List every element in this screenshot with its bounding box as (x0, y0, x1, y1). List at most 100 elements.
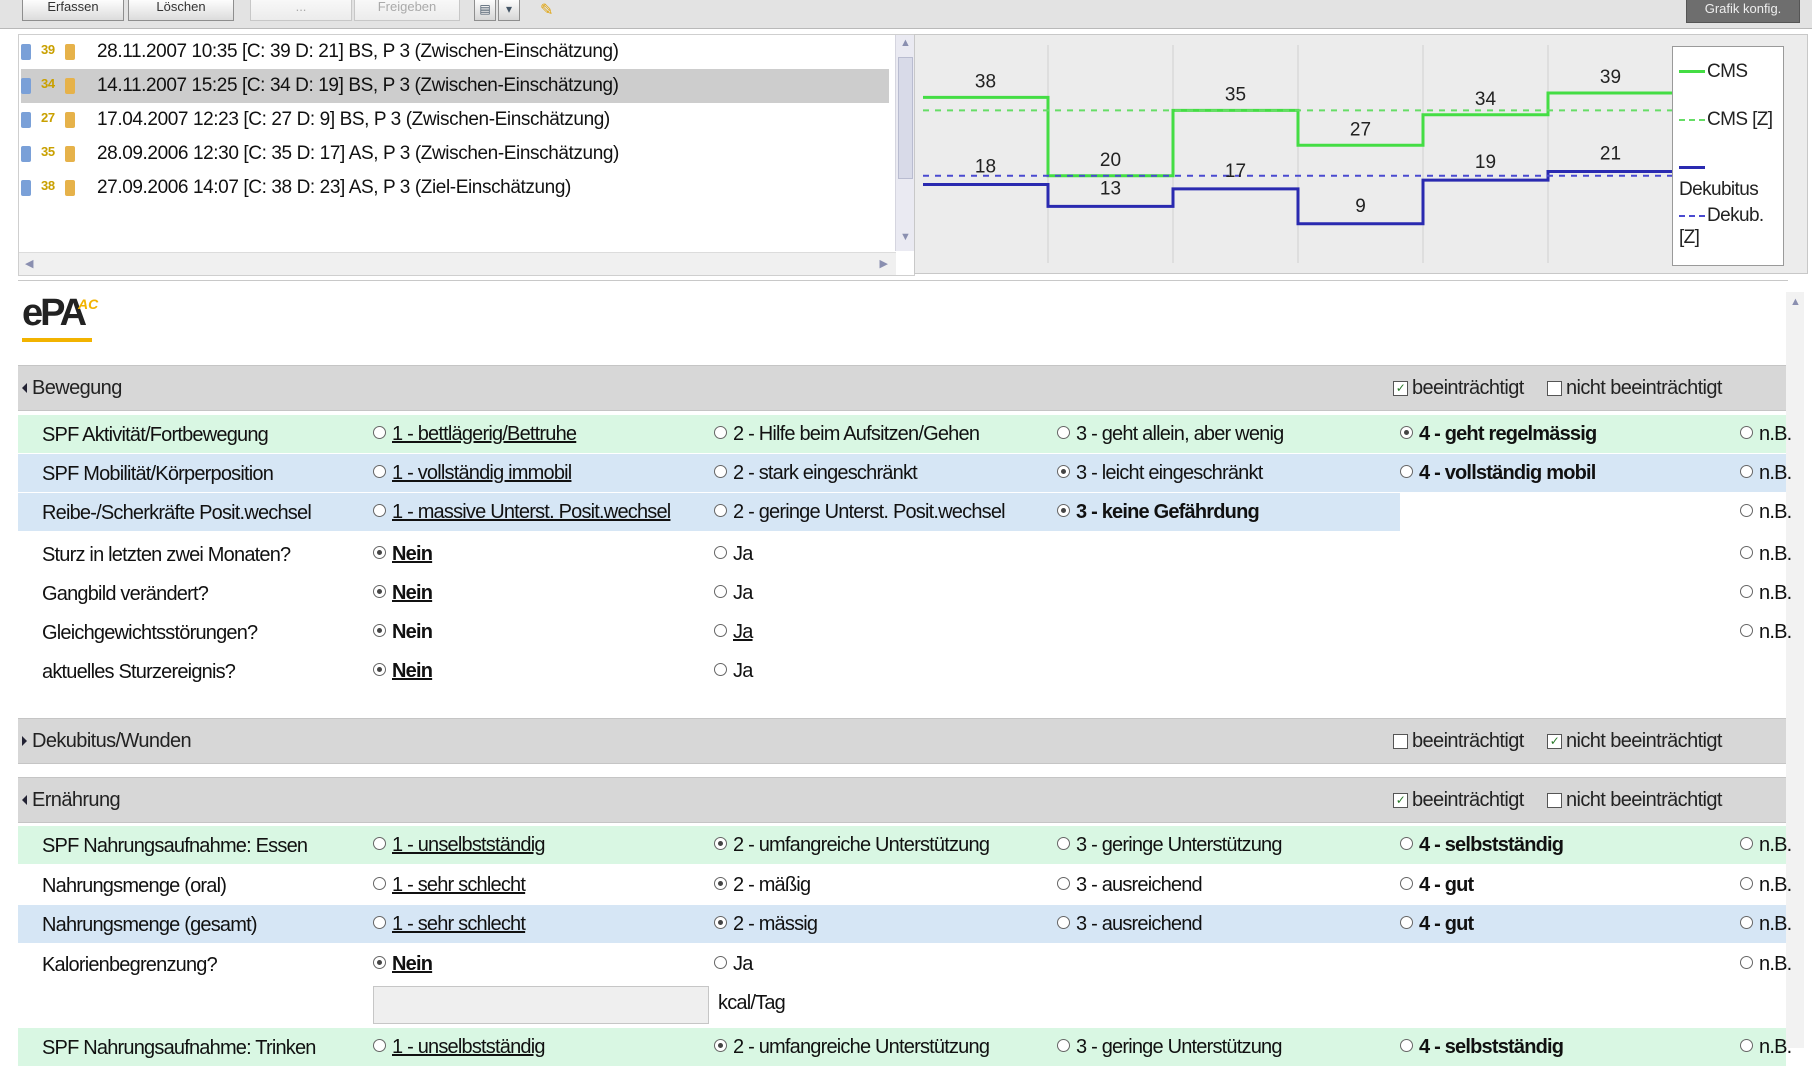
answer-option[interactable]: Ja (714, 652, 753, 690)
radio-button[interactable] (714, 837, 727, 851)
radio-button[interactable] (714, 426, 727, 440)
answer-option[interactable]: 2 - umfangreiche Unterstützung (714, 826, 990, 864)
radio-button[interactable] (1740, 877, 1753, 891)
not-impaired-checkbox[interactable]: ✓ nicht beeinträchtigt (1547, 731, 1722, 751)
radio-button[interactable] (1057, 916, 1070, 930)
checkbox-box[interactable]: ✓ (1547, 734, 1562, 750)
radio-button[interactable] (1057, 877, 1070, 891)
answer-option[interactable]: n.B. (1740, 905, 1792, 943)
answer-option[interactable]: 4 - gut (1400, 866, 1474, 904)
answer-option[interactable]: 4 - gut (1400, 905, 1474, 943)
expand-toggle-icon[interactable] (22, 736, 27, 746)
radio-button[interactable] (714, 465, 727, 479)
answer-option[interactable]: n.B. (1740, 493, 1792, 531)
radio-button[interactable] (373, 426, 386, 440)
radio-button[interactable] (1400, 877, 1413, 891)
not-impaired-checkbox[interactable]: nicht beeinträchtigt (1547, 378, 1722, 398)
checkbox-box[interactable] (1547, 381, 1562, 397)
impaired-checkbox[interactable]: beeinträchtigt (1393, 731, 1524, 751)
assessment-list-item[interactable]: 38 27.09.2006 14:07 [C: 38 D: 23] AS, P 3… (21, 171, 889, 205)
answer-option[interactable]: 4 - vollständig mobil (1400, 454, 1596, 492)
radio-button[interactable] (373, 624, 386, 638)
answer-option[interactable]: 4 - geht regelmässig (1400, 415, 1597, 453)
checkbox-box[interactable] (1393, 734, 1408, 750)
answer-option[interactable]: 1 - massive Unterst. Posit.wechsel (373, 493, 671, 531)
checkbox-box[interactable]: ✓ (1393, 793, 1408, 809)
erfassen-button[interactable]: Erfassen (22, 0, 124, 21)
radio-button[interactable] (1740, 504, 1753, 518)
radio-button[interactable] (373, 956, 386, 970)
calorie-input[interactable] (373, 986, 709, 1024)
answer-option[interactable]: 3 - ausreichend (1057, 905, 1203, 943)
disabled-button[interactable]: ... (250, 0, 352, 21)
section-header-dekubitus[interactable]: Dekubitus/Wunden beeinträchtigt ✓ nicht bee… (18, 718, 1786, 764)
not-impaired-checkbox[interactable]: nicht beeinträchtigt (1547, 790, 1722, 810)
assessment-list-item[interactable]: 39 28.11.2007 10:35 [C: 39 D: 21] BS, P 3… (21, 35, 889, 69)
export-icon[interactable]: ▾ (498, 0, 520, 21)
answer-option[interactable]: n.B. (1740, 535, 1792, 573)
radio-button[interactable] (1400, 465, 1413, 479)
radio-button[interactable] (714, 546, 727, 560)
assessment-list-item[interactable]: 27 17.04.2007 12:23 [C: 27 D: 9] BS, P 3 … (21, 103, 889, 137)
answer-option[interactable]: n.B. (1740, 613, 1792, 651)
answer-option[interactable]: n.B. (1740, 415, 1792, 453)
answer-option[interactable]: 3 - geringe Unterstützung (1057, 826, 1282, 864)
list-horizontal-scrollbar[interactable]: ◀ ▶ (19, 252, 896, 275)
scroll-right-icon[interactable]: ▶ (880, 257, 888, 270)
radio-button[interactable] (373, 1039, 386, 1053)
checkbox-box[interactable]: ✓ (1393, 381, 1408, 397)
answer-option[interactable]: 1 - bettlägerig/Bettruhe (373, 415, 577, 453)
radio-button[interactable] (1740, 956, 1753, 970)
radio-button[interactable] (373, 916, 386, 930)
answer-option[interactable]: Nein (373, 945, 433, 983)
radio-button[interactable] (1057, 426, 1070, 440)
answer-option[interactable]: 3 - ausreichend (1057, 866, 1203, 904)
expand-toggle-icon[interactable] (22, 795, 27, 805)
radio-button[interactable] (1740, 546, 1753, 560)
radio-button[interactable] (1400, 916, 1413, 930)
answer-option[interactable]: Ja (714, 613, 753, 651)
expand-toggle-icon[interactable] (22, 383, 27, 393)
print-icon[interactable]: ▤ (474, 0, 496, 21)
radio-button[interactable] (714, 663, 727, 677)
answer-option[interactable]: 2 - mäßig (714, 866, 811, 904)
impaired-checkbox[interactable]: ✓ beeinträchtigt (1393, 378, 1524, 398)
answer-option[interactable]: n.B. (1740, 454, 1792, 492)
answer-option[interactable]: Nein (373, 652, 433, 690)
pencil-icon[interactable]: ✎ (540, 0, 553, 20)
section-header-ernaehrung[interactable]: Ernährung ✓ beeinträchtigt nicht beeinträch… (18, 777, 1786, 823)
radio-button[interactable] (373, 877, 386, 891)
radio-button[interactable] (714, 624, 727, 638)
answer-option[interactable]: 3 - keine Gefährdung (1057, 493, 1260, 531)
answer-option[interactable]: 3 - leicht eingeschränkt (1057, 454, 1263, 492)
loeschen-button[interactable]: Löschen (128, 0, 234, 21)
answer-option[interactable]: n.B. (1740, 945, 1792, 983)
answer-option[interactable]: Ja (714, 574, 753, 612)
radio-button[interactable] (373, 663, 386, 677)
assessment-list-item[interactable]: 34 14.11.2007 15:25 [C: 34 D: 19] BS, P 3… (21, 69, 889, 103)
radio-button[interactable] (1740, 837, 1753, 851)
radio-button[interactable] (714, 585, 727, 599)
answer-option[interactable]: Ja (714, 535, 753, 573)
scroll-left-icon[interactable]: ◀ (25, 257, 33, 270)
list-vertical-scrollbar[interactable]: ▲ ▼ (895, 35, 914, 251)
radio-button[interactable] (1400, 837, 1413, 851)
scroll-up-icon[interactable]: ▲ (900, 37, 911, 49)
radio-button[interactable] (1057, 837, 1070, 851)
answer-option[interactable]: 1 - sehr schlecht (373, 866, 526, 904)
answer-option[interactable]: n.B. (1740, 826, 1792, 864)
answer-option[interactable]: 3 - geringe Unterstützung (1057, 1028, 1282, 1066)
form-scroll-up-icon[interactable]: ▲ (1790, 296, 1801, 308)
answer-option[interactable]: 2 - stark eingeschränkt (714, 454, 918, 492)
radio-button[interactable] (714, 504, 727, 518)
radio-button[interactable] (1057, 504, 1070, 518)
answer-option[interactable]: 4 - selbstständig (1400, 826, 1564, 864)
impaired-checkbox[interactable]: ✓ beeinträchtigt (1393, 790, 1524, 810)
radio-button[interactable] (714, 956, 727, 970)
answer-option[interactable]: Nein (373, 613, 433, 651)
answer-option[interactable]: n.B. (1740, 1028, 1792, 1066)
radio-button[interactable] (714, 877, 727, 891)
graph-config-button[interactable]: Grafik konfig. (1686, 0, 1800, 23)
answer-option[interactable]: 2 - mässig (714, 905, 818, 943)
radio-button[interactable] (373, 465, 386, 479)
